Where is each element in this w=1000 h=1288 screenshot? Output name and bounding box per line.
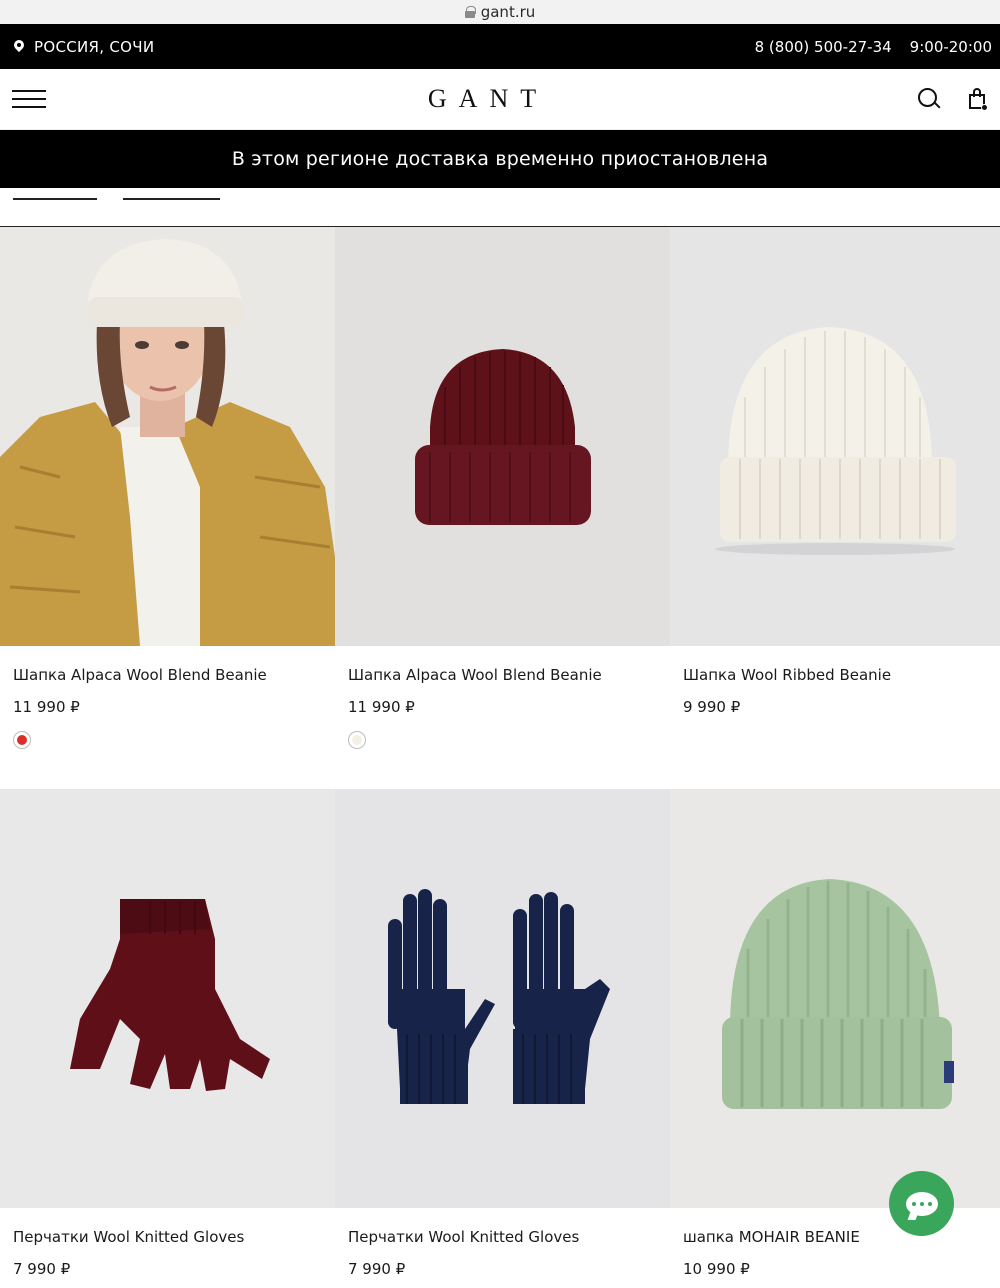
location-selector[interactable]: РОССИЯ, СОЧИ — [14, 38, 154, 56]
product-price: 7 990 ₽ — [13, 1260, 71, 1278]
product-image[interactable] — [0, 227, 335, 646]
phone-link[interactable]: 8 (800) 500-27-34 — [755, 38, 892, 56]
product-price: 11 990 ₽ — [13, 698, 80, 716]
url-text: gant.ru — [480, 3, 536, 21]
product-name[interactable]: Шапка Alpaca Wool Blend Beanie — [348, 666, 657, 684]
product-card[interactable]: Перчатки Wool Knitted Gloves 7 990 ₽ — [335, 789, 670, 1278]
product-grid: Шапка Alpaca Wool Blend Beanie 11 990 ₽ … — [0, 227, 1000, 1278]
search-icon[interactable] — [918, 88, 940, 110]
delivery-notice-banner: В этом регионе доставка временно приоста… — [0, 130, 1000, 188]
menu-icon[interactable] — [12, 90, 46, 108]
product-card[interactable]: Перчатки Wool Knitted Gloves 7 990 ₽ — [0, 789, 335, 1278]
product-image[interactable] — [670, 789, 1000, 1208]
working-hours: 9:00-20:00 — [909, 37, 992, 56]
location-pin-icon — [14, 40, 24, 54]
product-price: 10 990 ₽ — [683, 1260, 750, 1278]
product-card[interactable]: Шапка Wool Ribbed Beanie 9 990 ₽ — [670, 227, 1000, 789]
color-swatch-cream[interactable] — [348, 731, 366, 749]
sort-tab-underline[interactable] — [123, 198, 220, 200]
product-name[interactable]: шапка MOHAIR BEANIE — [683, 1228, 987, 1246]
product-image[interactable] — [670, 227, 1000, 646]
cart-indicator-dot — [981, 104, 988, 111]
product-name[interactable]: Перчатки Wool Knitted Gloves — [348, 1228, 657, 1246]
top-info-bar: РОССИЯ, СОЧИ 8 (800) 500-27-34 9:00-20:0… — [0, 24, 1000, 69]
bag-icon[interactable] — [968, 88, 988, 111]
product-card[interactable]: Шапка Alpaca Wool Blend Beanie 11 990 ₽ — [0, 227, 335, 789]
product-name[interactable]: Шапка Alpaca Wool Blend Beanie — [13, 666, 322, 684]
product-image[interactable] — [335, 227, 670, 646]
gant-logo[interactable]: GANT — [416, 84, 548, 114]
chat-button[interactable] — [889, 1171, 954, 1236]
filter-tab-underline[interactable] — [13, 198, 97, 200]
product-price: 9 990 ₽ — [683, 698, 741, 716]
chat-bubble-icon — [905, 1191, 938, 1216]
product-card[interactable]: Шапка Alpaca Wool Blend Beanie 11 990 ₽ — [335, 227, 670, 789]
notice-text: В этом регионе доставка временно приоста… — [231, 148, 769, 170]
lock-icon — [464, 6, 476, 18]
browser-url-bar[interactable]: gant.ru — [0, 0, 1000, 24]
product-name[interactable]: Перчатки Wool Knitted Gloves — [13, 1228, 322, 1246]
location-text: РОССИЯ, СОЧИ — [34, 37, 155, 56]
product-image[interactable] — [0, 789, 335, 1208]
product-price: 11 990 ₽ — [348, 698, 415, 716]
product-name[interactable]: Шапка Wool Ribbed Beanie — [683, 666, 987, 684]
product-price: 7 990 ₽ — [348, 1260, 406, 1278]
color-swatch-red[interactable] — [13, 731, 31, 749]
site-header: GANT — [0, 69, 1000, 130]
filter-strip — [0, 188, 1000, 227]
product-image[interactable] — [335, 789, 670, 1208]
